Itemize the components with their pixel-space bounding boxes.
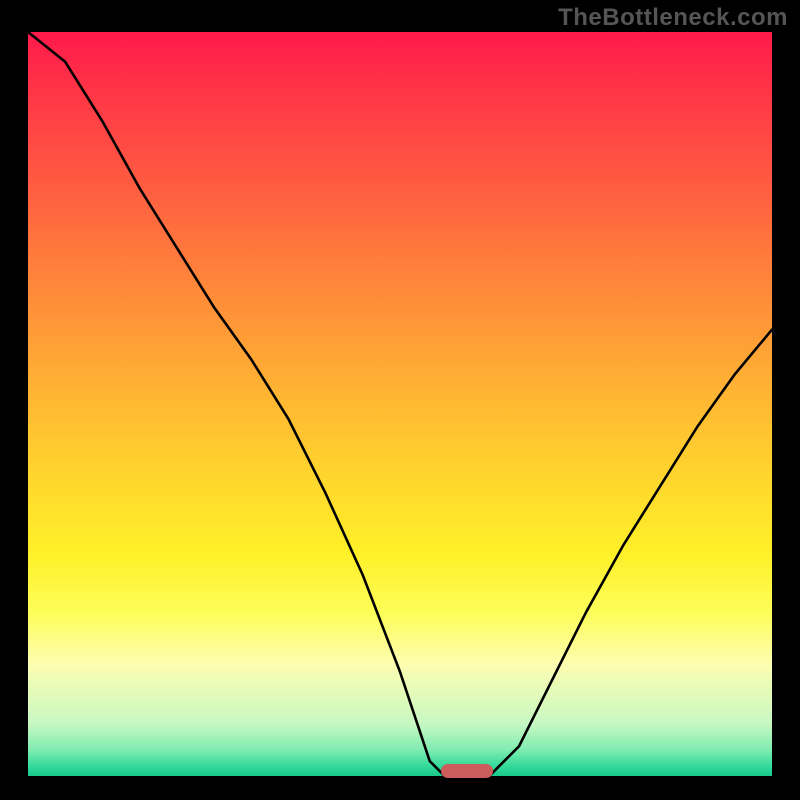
watermark-text: TheBottleneck.com <box>558 4 788 32</box>
curve-layer <box>28 32 772 776</box>
bottleneck-curve <box>28 32 772 776</box>
plot-area <box>28 32 772 776</box>
chart-container: TheBottleneck.com <box>0 0 800 800</box>
optimal-marker <box>441 764 494 778</box>
plot-frame <box>28 32 772 776</box>
